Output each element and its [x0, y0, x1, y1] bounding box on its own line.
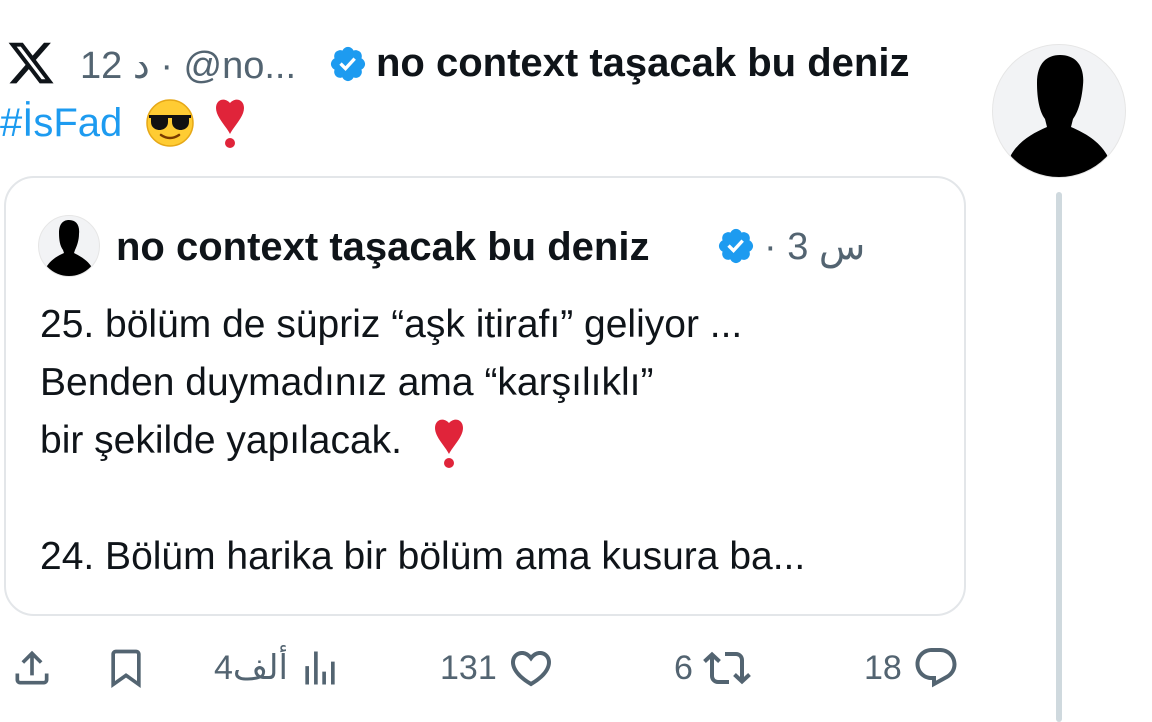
like-button[interactable]: 131 — [440, 642, 555, 694]
share-button[interactable] — [10, 642, 54, 694]
quoted-tweet-text: 25. bölüm de süpriz “aşk itirafı” geliyo… — [40, 296, 940, 586]
tweet-meta: 12 د · @no... — [80, 40, 296, 90]
quoted-meta: · 3 س — [764, 222, 865, 272]
quoted-text-span: bir şekilde yapılacak. — [40, 419, 403, 462]
author-handle[interactable]: @no... — [184, 45, 297, 87]
retweets-count: 6 — [674, 648, 693, 687]
retweet-button[interactable]: 6 — [674, 642, 751, 694]
meta-separator: · — [764, 226, 777, 268]
views-icon — [305, 651, 335, 685]
meta-separator: · — [160, 44, 173, 87]
quoted-text-line: Benden duymadınız ama “karşılıklı” — [40, 361, 654, 404]
tweet-time[interactable]: 12 د — [80, 45, 150, 87]
avatar[interactable] — [992, 44, 1126, 178]
quoted-text-line: 24. Bölüm harika bir bölüm ama kusura ba… — [40, 535, 806, 578]
retweet-icon — [703, 651, 751, 685]
replies-count: 18 — [864, 648, 902, 687]
share-icon — [15, 650, 49, 685]
views-button[interactable]: 4ألف — [214, 642, 342, 694]
reply-button[interactable]: 18 — [864, 642, 960, 694]
verified-badge-icon — [718, 228, 754, 264]
quoted-author-name[interactable]: no context taşacak bu deniz — [116, 222, 649, 272]
sunglasses-emoji-icon — [146, 99, 194, 147]
quoted-time[interactable]: 3 س — [787, 226, 865, 268]
bookmark-button[interactable] — [104, 642, 148, 694]
reply-icon — [915, 648, 957, 688]
likes-count: 131 — [440, 648, 497, 687]
quoted-text-line: bir şekilde yapılacak. — [40, 412, 940, 470]
thread-line — [1056, 192, 1062, 722]
heart-icon — [510, 651, 551, 687]
quoted-avatar[interactable] — [38, 215, 100, 277]
quoted-text-line — [40, 470, 940, 528]
red-exclamation-icon — [435, 419, 464, 468]
quoted-text-line: 25. bölüm de süpriz “aşk itirafı” geliyo… — [40, 303, 743, 346]
person-silhouette-icon — [44, 220, 94, 276]
x-logo-icon[interactable] — [6, 38, 56, 88]
hashtag-link[interactable]: #İsFad — [0, 101, 122, 145]
views-count: 4ألف — [214, 649, 288, 687]
bookmark-icon — [111, 649, 141, 689]
verified-badge-icon — [330, 46, 366, 82]
tweet-text: #İsFad — [0, 96, 247, 148]
person-silhouette-icon — [1005, 55, 1113, 177]
red-exclamation-icon — [216, 99, 245, 148]
author-name[interactable]: no context taşacak bu deniz — [376, 38, 909, 88]
